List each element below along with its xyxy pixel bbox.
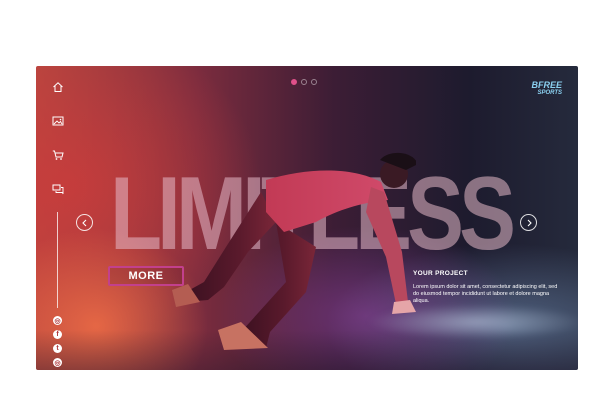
chevron-left-icon — [81, 219, 86, 226]
instagram-icon[interactable]: ◎ — [53, 316, 62, 325]
prev-arrow-button[interactable] — [76, 214, 93, 231]
logo-text-sub: SPORTS — [537, 90, 562, 96]
slider-dot-3[interactable] — [311, 79, 317, 85]
twitter-icon[interactable]: t — [53, 344, 62, 353]
brand-logo[interactable]: BFREE SPORTS — [531, 81, 562, 97]
slider-dots — [291, 79, 317, 85]
home-icon[interactable] — [51, 80, 65, 94]
project-info: YOUR PROJECT Lorem ipsum dolor sit amet,… — [413, 270, 563, 305]
chat-icon[interactable] — [51, 182, 65, 196]
sidebar: ◎ f t ◎ — [48, 78, 68, 367]
gallery-icon[interactable] — [51, 114, 65, 128]
dribbble-icon[interactable]: ◎ — [53, 358, 62, 367]
athlete-image — [172, 153, 416, 350]
project-description: Lorem ipsum dolor sit amet, consectetur … — [413, 284, 558, 304]
more-button[interactable]: MORE — [108, 266, 184, 286]
logo-text-main: BFREE — [531, 80, 562, 90]
next-arrow-button[interactable] — [520, 214, 537, 231]
hero-banner: LIMITLESS — [36, 66, 578, 370]
slider-dot-1[interactable] — [291, 79, 297, 85]
sidebar-divider — [57, 212, 58, 308]
cart-icon[interactable] — [51, 148, 65, 162]
chevron-right-icon — [527, 219, 532, 226]
project-title: YOUR PROJECT — [413, 270, 468, 277]
facebook-icon[interactable]: f — [53, 330, 62, 339]
slider-dot-2[interactable] — [301, 79, 307, 85]
